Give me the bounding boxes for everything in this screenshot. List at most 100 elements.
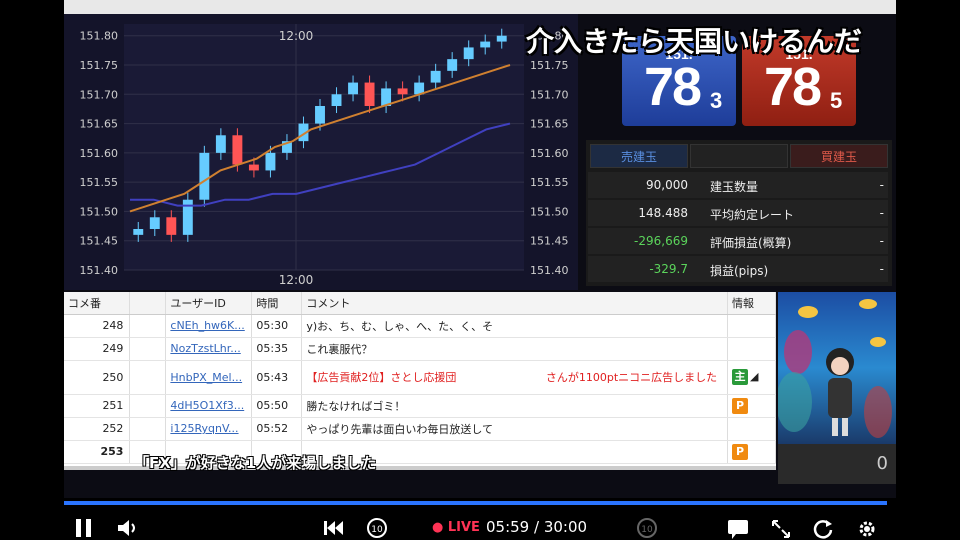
- skip-back-icon[interactable]: [322, 519, 346, 537]
- position-right: -: [879, 178, 884, 192]
- comment-time: 05:50: [251, 394, 303, 418]
- y-tick-label-right: 151.65: [530, 118, 569, 131]
- forward-10-icon[interactable]: 10: [634, 516, 660, 540]
- comment-text: 【広告貢献2位】さとし応援団 さんが1100ptニコニ広告しました: [301, 360, 728, 395]
- position-row: -329.7 損益(pips) -: [588, 256, 888, 282]
- svg-text:10: 10: [371, 525, 383, 535]
- position-label: 評価損益(概算): [710, 236, 792, 250]
- premium-badge: P: [731, 443, 748, 460]
- y-tick-label-left: 151.80: [80, 30, 119, 43]
- megaphone-icon: ◢: [749, 370, 759, 383]
- comment-icon[interactable]: [726, 518, 750, 540]
- blank-cell: [129, 337, 167, 361]
- user-id-link[interactable]: HnbPX_Mel...: [165, 360, 253, 395]
- user-id-link[interactable]: i125RyqnV...: [165, 417, 253, 441]
- y-tick-label-right: 151.70: [530, 88, 569, 101]
- join-message: 「FX」が好きな1人が来場しました: [134, 454, 377, 472]
- candle-body: [315, 106, 325, 124]
- position-right: -: [879, 262, 884, 276]
- y-tick-label-right: 151.55: [530, 176, 569, 189]
- comment-table: コメ番 ユーザーID 時間 コメント 情報 248 cNEh_hw6K... 0…: [64, 292, 776, 470]
- comment-text: これ裏服代？: [301, 337, 728, 361]
- candle-body: [166, 217, 177, 235]
- col-comment-no[interactable]: コメ番: [64, 292, 131, 315]
- table-row[interactable]: 249 NozTzstLhr... 05:35 これ裏服代？: [64, 337, 776, 361]
- candle-body: [364, 82, 375, 106]
- reload-icon[interactable]: [812, 518, 834, 540]
- y-tick-label-left: 151.75: [80, 59, 119, 72]
- info-cell: P: [727, 440, 776, 464]
- svg-text:10: 10: [641, 525, 653, 535]
- y-tick-label-right: 151.60: [530, 147, 569, 160]
- comment-no: 252: [64, 417, 131, 441]
- price-chart: 151.80 151.80 151.75 151.75 151.70 151.70 151.…: [64, 14, 578, 290]
- expand-icon[interactable]: [770, 518, 792, 540]
- col-info[interactable]: 情報: [727, 292, 776, 315]
- buy-quote-big: 78: [764, 57, 822, 117]
- candle-body: [480, 41, 491, 48]
- position-value: -329.7: [649, 262, 688, 276]
- comment-no: 249: [64, 337, 131, 361]
- info-cell: [727, 337, 776, 361]
- settings-gear-icon[interactable]: [856, 518, 878, 540]
- y-tick-label-right: 151.50: [530, 205, 569, 218]
- y-tick-label-right: 151.40: [530, 264, 569, 277]
- position-value: 148.488: [638, 206, 688, 220]
- user-id-link[interactable]: 4dH5O1Xf3...: [165, 394, 253, 418]
- comment-time: 05:52: [251, 417, 303, 441]
- candle-body: [133, 229, 144, 235]
- col-blank: [129, 292, 167, 315]
- comment-no: 248: [64, 314, 131, 338]
- col-user-id[interactable]: ユーザーID: [165, 292, 253, 315]
- user-id-link[interactable]: NozTzstLhr...: [165, 337, 253, 361]
- stream-frame: 151.80 151.80 151.75 151.75 151.70 151.70 151.…: [64, 0, 896, 498]
- ad-text: 【広告貢献2位】さとし応援団: [306, 371, 457, 384]
- buy-quote-sub: 5: [830, 88, 843, 113]
- table-row[interactable]: 251 4dH5O1Xf3... 05:50 勝たなければゴミ！ P: [64, 394, 776, 418]
- volume-icon[interactable]: [116, 518, 140, 538]
- y-tick-label-left: 151.40: [80, 264, 119, 277]
- position-row: 148.488 平均約定レート -: [588, 200, 888, 226]
- comment-text: y)お、ち、む、しゃ、へ、た、く、そ: [301, 314, 728, 338]
- pause-icon[interactable]: [74, 518, 94, 538]
- candle-body: [199, 152, 210, 200]
- position-label: 平均約定レート: [710, 208, 795, 222]
- live-indicator: ● LIVE: [432, 520, 480, 535]
- candle-body: [232, 135, 243, 165]
- candle-body: [463, 47, 474, 60]
- x-tick-label-bottom: 12:00: [279, 273, 314, 287]
- streamer-thumbnail: [778, 292, 896, 444]
- candle-body: [248, 164, 259, 171]
- sell-quote-big: 78: [644, 57, 702, 117]
- sell-position-tab[interactable]: 売建玉: [590, 144, 688, 168]
- position-label: 建玉数量: [710, 180, 759, 194]
- comment-no: 250: [64, 360, 131, 395]
- table-row[interactable]: 250 HnbPX_Mel... 05:43 【広告貢献2位】さとし応援団 さん…: [64, 360, 776, 395]
- buy-position-tab[interactable]: 買建玉: [790, 144, 888, 168]
- table-row[interactable]: 252 i125RyqnV... 05:52 やっぱり先輩は面白いわ毎日放送して: [64, 417, 776, 441]
- playback-progress[interactable]: [64, 501, 887, 505]
- ad-text-2: さんが1100ptニコニ広告しました: [545, 371, 718, 384]
- comment-no: 251: [64, 394, 131, 418]
- table-row[interactable]: 248 cNEh_hw6K... 05:30 y)お、ち、む、しゃ、へ、た、く、…: [64, 314, 776, 338]
- candle-body: [331, 94, 342, 106]
- y-tick-label-left: 151.60: [80, 147, 119, 160]
- user-id-link[interactable]: cNEh_hw6K...: [165, 314, 253, 338]
- position-label: 損益(pips): [710, 264, 769, 278]
- candle-body: [265, 152, 276, 171]
- info-cell: [727, 417, 776, 441]
- position-right: -: [879, 206, 884, 220]
- candle-body: [397, 88, 408, 95]
- position-row: 90,000 建玉数量 -: [588, 172, 888, 198]
- time-display: 05:59 / 30:00: [486, 518, 588, 536]
- candle-body: [215, 135, 226, 153]
- col-comment[interactable]: コメント: [301, 292, 728, 315]
- overlay-headline: 介入きたら天国いけるんだ: [526, 25, 863, 58]
- comment-no: 253: [64, 440, 131, 464]
- col-time[interactable]: 時間: [251, 292, 303, 315]
- position-header: 売建玉 買建玉: [590, 144, 888, 168]
- blank-cell: [129, 314, 167, 338]
- rewind-10-icon[interactable]: 10: [364, 516, 390, 540]
- candle-body: [430, 70, 441, 83]
- position-panel: 売建玉 買建玉 90,000 建玉数量 - 148.488 平均約定レート - …: [586, 140, 892, 286]
